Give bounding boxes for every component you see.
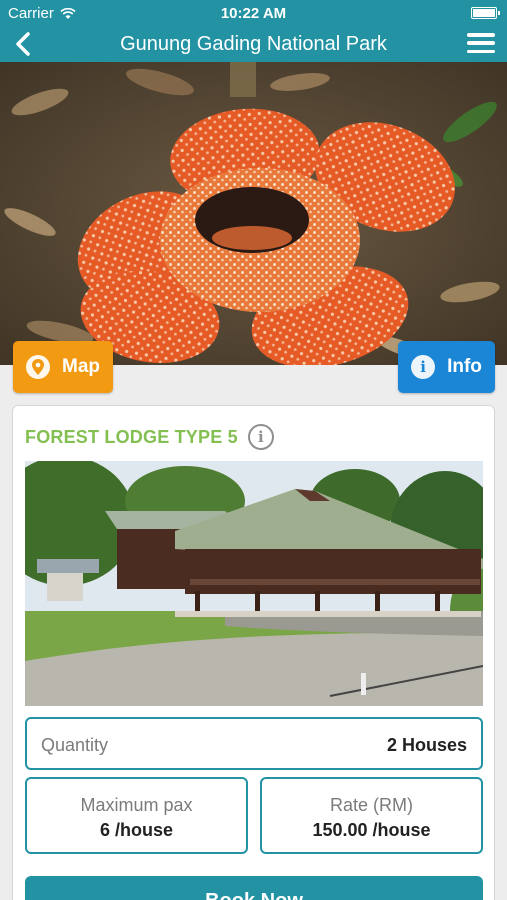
- max-pax-box: Maximum pax 6 /house: [25, 777, 248, 854]
- quantity-value: 2 Houses: [386, 735, 467, 755]
- quantity-label: Quantity: [41, 735, 109, 755]
- lodge-card: FOREST LODGE TYPE 5 i Quantity 2 Houses …: [12, 405, 495, 900]
- battery-icon: [471, 7, 500, 19]
- location-pin-icon: [26, 355, 50, 379]
- forest-lodge-photo: [25, 461, 483, 706]
- rate-value: 150.00 /house: [312, 820, 431, 840]
- map-button[interactable]: Map: [13, 341, 113, 393]
- status-time: 10:22 AM: [220, 5, 287, 22]
- rafflesia-flower-photo: [0, 62, 507, 365]
- info-button[interactable]: i Info: [398, 341, 495, 393]
- info-icon[interactable]: i: [247, 424, 274, 450]
- info-button-label: Info: [447, 356, 482, 377]
- lodge-title-row: FOREST LODGE TYPE 5 i: [25, 424, 274, 450]
- lodge-image: [25, 461, 483, 706]
- status-bar: Carrier 10:22 AM: [0, 0, 507, 26]
- quantity-field[interactable]: Quantity 2 Houses: [25, 717, 483, 770]
- hamburger-menu-icon[interactable]: [467, 30, 495, 56]
- nav-bar: Gunung Gading National Park: [0, 26, 507, 62]
- max-pax-label: Maximum pax: [80, 795, 193, 815]
- page-title: Gunung Gading National Park: [120, 33, 387, 55]
- rate-label: Rate (RM): [329, 795, 413, 815]
- hero-image: [0, 62, 507, 365]
- info-icon: i: [411, 355, 436, 379]
- back-button[interactable]: [10, 29, 36, 59]
- map-button-label: Map: [62, 356, 100, 377]
- rate-box: Rate (RM) 150.00 /house: [260, 777, 483, 854]
- max-pax-value: 6 /house: [99, 820, 174, 840]
- lodge-name: FOREST LODGE TYPE 5: [25, 426, 238, 447]
- chevron-left-icon: [16, 32, 30, 56]
- book-now-button[interactable]: Book Now: [25, 876, 483, 900]
